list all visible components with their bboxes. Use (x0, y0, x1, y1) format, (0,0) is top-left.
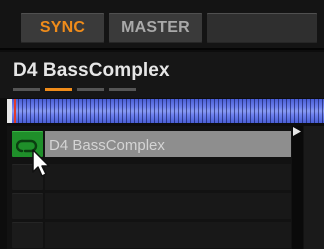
toolbar-empty-button[interactable] (207, 13, 317, 43)
mouse-cursor-icon (32, 149, 50, 177)
slot-2-cell[interactable] (45, 164, 291, 190)
deck-segment-4 (109, 88, 136, 91)
scroll-right-arrow-icon[interactable] (293, 127, 301, 136)
slot-3-trigger-button[interactable] (12, 193, 43, 219)
slot-3-cell[interactable] (45, 193, 291, 219)
slots-side-column (304, 126, 324, 249)
slot-1-label: D4 BassComplex (49, 137, 165, 154)
master-button[interactable]: MASTER (109, 13, 202, 43)
deck-segment-3 (77, 88, 104, 91)
sync-button[interactable]: SYNC (21, 13, 104, 43)
waveform-bars (7, 99, 324, 123)
playhead-marker[interactable] (14, 99, 16, 123)
slot-4-cell[interactable] (45, 222, 291, 248)
deck-segment-1 (13, 88, 40, 91)
waveform-start-marker (7, 99, 12, 123)
slot-4-trigger-button[interactable] (12, 222, 43, 248)
deck-title: D4 BassComplex (13, 60, 170, 81)
track-overview-waveform[interactable] (7, 99, 324, 123)
deck-segment-2 (45, 88, 72, 91)
slots-scrollbar[interactable] (292, 126, 303, 249)
